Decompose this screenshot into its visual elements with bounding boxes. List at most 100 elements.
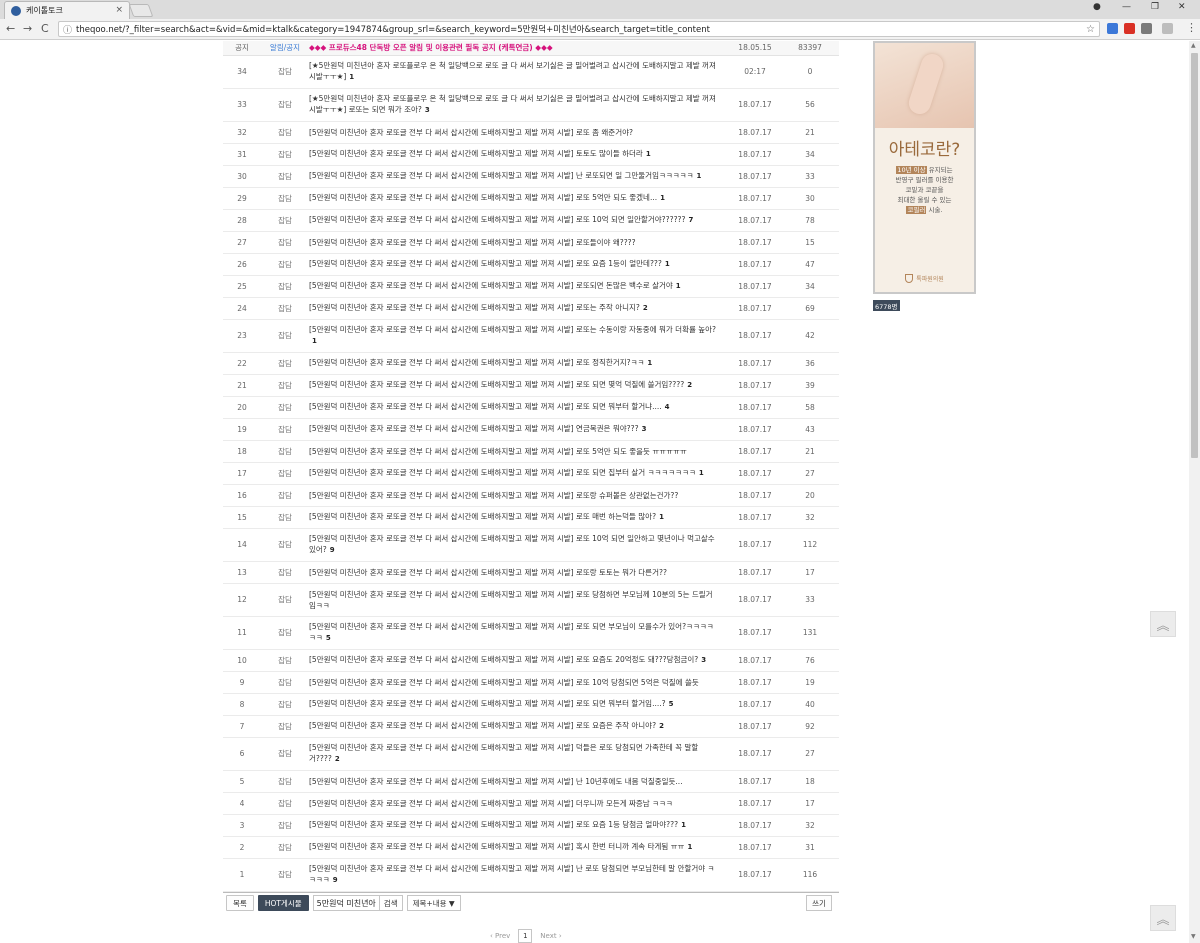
post-row[interactable]: 12 잡담 [5만원덕 미친년아 혼자 로또글 전부 다 써서 삽시간에 도배하지말… — [223, 583, 839, 617]
post-row[interactable]: 15 잡담 [5만원덕 미친년아 혼자 로또글 전부 다 써서 삽시간에 도배하지말… — [223, 506, 839, 529]
comment-count[interactable]: 9 — [330, 546, 335, 554]
post-title-cell[interactable]: [5만원덕 미친년아 혼자 로또글 전부 다 써서 삽시간에 도배하지말고 제발… — [309, 583, 729, 617]
post-row[interactable]: 18 잡담 [5만원덕 미친년아 혼자 로또글 전부 다 써서 삽시간에 도배하지말… — [223, 440, 839, 463]
post-title-link[interactable]: [5만원덕 미친년아 혼자 로또글 전부 다 써서 삽시간에 도배하지말고 제발… — [309, 325, 716, 334]
post-title-link[interactable]: [5만원덕 미친년아 혼자 로또글 전부 다 써서 삽시간에 도배하지말고 제발… — [309, 149, 643, 158]
post-row[interactable]: 1 잡담 [5만원덕 미친년아 혼자 로또글 전부 다 써서 삽시간에 도배하지말고… — [223, 858, 839, 892]
post-row[interactable]: 21 잡담 [5만원덕 미친년아 혼자 로또글 전부 다 써서 삽시간에 도배하지말… — [223, 374, 839, 397]
comment-count[interactable]: 1 — [696, 172, 701, 180]
comment-count[interactable]: 2 — [335, 755, 340, 763]
comment-count[interactable]: 1 — [681, 821, 686, 829]
post-title-link[interactable]: [5만원덕 미친년아 혼자 로또글 전부 다 써서 삽시간에 도배하지말고 제발… — [309, 424, 639, 433]
scrollbar-thumb[interactable] — [1191, 53, 1198, 458]
post-row[interactable]: 10 잡담 [5만원덕 미친년아 혼자 로또글 전부 다 써서 삽시간에 도배하지말… — [223, 649, 839, 672]
comment-count[interactable]: 3 — [425, 106, 430, 114]
scroll-top-button[interactable]: ︽ — [1150, 611, 1176, 637]
comment-count[interactable]: 7 — [689, 216, 694, 224]
extension-icon[interactable] — [1162, 23, 1173, 34]
post-category[interactable]: 잡담 — [261, 583, 309, 617]
post-category[interactable]: 잡담 — [261, 649, 309, 672]
post-title-cell[interactable]: [5만원덕 미친년아 혼자 로또글 전부 다 써서 삽시간에 도배하지말고 제발… — [309, 561, 729, 584]
post-category[interactable]: 잡담 — [261, 275, 309, 298]
post-title-cell[interactable]: [★5만원덕 미친년아 혼자 로또플로우 온 척 일당백으로 로또 글 다 써서… — [309, 88, 729, 122]
new-tab-button[interactable] — [128, 4, 154, 17]
post-row[interactable]: 8 잡담 [5만원덕 미친년아 혼자 로또글 전부 다 써서 삽시간에 도배하지말고… — [223, 693, 839, 716]
comment-count[interactable]: 1 — [665, 260, 670, 268]
post-title-link[interactable]: [5만원덕 미친년아 혼자 로또글 전부 다 써서 삽시간에 도배하지말고 제발… — [309, 512, 656, 521]
back-button[interactable]: ← — [6, 22, 15, 35]
close-window-button[interactable]: ✕ — [1178, 2, 1186, 12]
list-button[interactable]: 목록 — [226, 895, 254, 911]
post-title-link[interactable]: [5만원덕 미친년아 혼자 로또글 전부 다 써서 삽시간에 도배하지말고 제발… — [309, 281, 673, 290]
comment-count[interactable]: 1 — [646, 150, 651, 158]
post-row[interactable]: 6 잡담 [5만원덕 미친년아 혼자 로또글 전부 다 써서 삽시간에 도배하지말고… — [223, 737, 839, 771]
post-row[interactable]: 20 잡담 [5만원덕 미친년아 혼자 로또글 전부 다 써서 삽시간에 도배하지말… — [223, 396, 839, 419]
post-category[interactable]: 잡담 — [261, 770, 309, 793]
comment-count[interactable]: 1 — [349, 73, 354, 81]
post-title-link[interactable]: [5만원덕 미친년아 혼자 로또글 전부 다 써서 삽시간에 도배하지말고 제발… — [309, 358, 644, 367]
post-title-link[interactable]: [★5만원덕 미친년아 혼자 로또플로우 온 척 일당백으로 로또 글 다 써서… — [309, 61, 716, 81]
url-text[interactable]: theqoo.net/?_filter=search&act=&vid=&mid… — [76, 23, 1086, 35]
post-title-cell[interactable]: [5만원덕 미친년아 혼자 로또글 전부 다 써서 삽시간에 도배하지말고 제발… — [309, 671, 729, 694]
post-category[interactable]: 잡담 — [261, 506, 309, 529]
post-title-link[interactable]: [5만원덕 미친년아 혼자 로또글 전부 다 써서 삽시간에 도배하지말고 제발… — [309, 238, 636, 247]
post-title-cell[interactable]: [5만원덕 미친년아 혼자 로또글 전부 다 써서 삽시간에 도배하지말고 제발… — [309, 858, 729, 892]
post-category[interactable]: 잡담 — [261, 165, 309, 188]
post-row[interactable]: 33 잡담 [★5만원덕 미친년아 혼자 로또플로우 온 척 일당백으로 로또 글 … — [223, 88, 839, 122]
post-title-cell[interactable]: [5만원덕 미친년아 혼자 로또글 전부 다 써서 삽시간에 도배하지말고 제발… — [309, 352, 729, 375]
post-title-cell[interactable]: [5만원덕 미친년아 혼자 로또글 전부 다 써서 삽시간에 도배하지말고 제발… — [309, 143, 729, 166]
post-category[interactable]: 잡담 — [261, 528, 309, 562]
post-title-cell[interactable]: [5만원덕 미친년아 혼자 로또글 전부 다 써서 삽시간에 도배하지말고 제발… — [309, 770, 729, 793]
write-button[interactable]: 쓰기 — [806, 895, 832, 911]
comment-count[interactable]: 3 — [701, 656, 706, 664]
post-category[interactable]: 잡담 — [261, 396, 309, 419]
post-row[interactable]: 14 잡담 [5만원덕 미친년아 혼자 로또글 전부 다 써서 삽시간에 도배하지말… — [223, 528, 839, 562]
comment-count[interactable]: 5 — [669, 700, 674, 708]
post-title-cell[interactable]: [5만원덕 미친년아 혼자 로또글 전부 다 써서 삽시간에 도배하지말고 제발… — [309, 814, 729, 837]
post-row[interactable]: 30 잡담 [5만원덕 미친년아 혼자 로또글 전부 다 써서 삽시간에 도배하지말… — [223, 165, 839, 188]
post-title-link[interactable]: [5만원덕 미친년아 혼자 로또글 전부 다 써서 삽시간에 도배하지말고 제발… — [309, 215, 686, 224]
post-title-link[interactable]: [5만원덕 미친년아 혼자 로또글 전부 다 써서 삽시간에 도배하지말고 제발… — [309, 721, 656, 730]
post-category[interactable]: 잡담 — [261, 737, 309, 771]
comment-count[interactable]: 5 — [326, 634, 331, 642]
post-category[interactable]: 잡담 — [261, 792, 309, 815]
post-category[interactable]: 잡담 — [261, 231, 309, 254]
post-row[interactable]: 19 잡담 [5만원덕 미친년아 혼자 로또글 전부 다 써서 삽시간에 도배하지말… — [223, 418, 839, 441]
notice-category[interactable]: 알림/공지 — [261, 41, 309, 56]
post-title-cell[interactable]: [5만원덕 미친년아 혼자 로또글 전부 다 써서 삽시간에 도배하지말고 제발… — [309, 792, 729, 815]
post-title-link[interactable]: [5만원덕 미친년아 혼자 로또글 전부 다 써서 삽시간에 도배하지말고 제발… — [309, 743, 698, 763]
post-category[interactable]: 잡담 — [261, 143, 309, 166]
post-row[interactable]: 22 잡담 [5만원덕 미친년아 혼자 로또글 전부 다 써서 삽시간에 도배하지말… — [223, 352, 839, 375]
post-category[interactable]: 잡담 — [261, 671, 309, 694]
post-title-link[interactable]: [5만원덕 미친년아 혼자 로또글 전부 다 써서 삽시간에 도배하지말고 제발… — [309, 402, 662, 411]
post-category[interactable]: 잡담 — [261, 352, 309, 375]
notice-row[interactable]: 공지 알림/공지 ◆◆◆ 프로듀스48 단독방 오픈 알림 및 이용관련 필독 … — [223, 41, 839, 56]
post-category[interactable]: 잡담 — [261, 561, 309, 584]
post-title-link[interactable]: [5만원덕 미친년아 혼자 로또글 전부 다 써서 삽시간에 도배하지말고 제발… — [309, 171, 693, 180]
post-category[interactable]: 잡담 — [261, 374, 309, 397]
page-scrollbar[interactable]: ▲ ▼ — [1189, 41, 1200, 943]
post-title-cell[interactable]: [5만원덕 미친년아 혼자 로또글 전부 다 써서 삽시간에 도배하지말고 제발… — [309, 737, 729, 771]
post-category[interactable]: 잡담 — [261, 418, 309, 441]
post-row[interactable]: 11 잡담 [5만원덕 미친년아 혼자 로또글 전부 다 써서 삽시간에 도배하지말… — [223, 616, 839, 650]
post-title-link[interactable]: [★5만원덕 미친년아 혼자 로또플로우 온 척 일당백으로 로또 글 다 써서… — [309, 94, 716, 114]
prev-page-link[interactable]: ‹ Prev — [490, 932, 510, 940]
post-category[interactable]: 잡담 — [261, 187, 309, 210]
post-row[interactable]: 25 잡담 [5만원덕 미친년아 혼자 로또글 전부 다 써서 삽시간에 도배하지말… — [223, 275, 839, 298]
comment-count[interactable]: 1 — [659, 513, 664, 521]
comment-count[interactable]: 3 — [642, 425, 647, 433]
post-title-cell[interactable]: [5만원덕 미친년아 혼자 로또글 전부 다 써서 삽시간에 도배하지말고 제발… — [309, 528, 729, 562]
post-title-cell[interactable]: [5만원덕 미친년아 혼자 로또글 전부 다 써서 삽시간에 도배하지말고 제발… — [309, 462, 729, 485]
comment-count[interactable]: 9 — [333, 876, 338, 884]
post-category[interactable]: 잡담 — [261, 319, 309, 353]
post-category[interactable]: 잡담 — [261, 55, 309, 89]
comment-count[interactable]: 2 — [643, 304, 648, 312]
forward-button[interactable]: → — [23, 22, 32, 35]
comment-count[interactable]: 4 — [665, 403, 670, 411]
post-category[interactable]: 잡담 — [261, 297, 309, 320]
site-info-icon[interactable]: ⓘ — [63, 23, 72, 36]
scroll-top-button[interactable]: ︽ — [1150, 905, 1176, 931]
post-title-link[interactable]: [5만원덕 미친년아 혼자 로또글 전부 다 써서 삽시간에 도배하지말고 제발… — [309, 193, 657, 202]
post-row[interactable]: 32 잡담 [5만원덕 미친년아 혼자 로또글 전부 다 써서 삽시간에 도배하지말… — [223, 121, 839, 144]
post-row[interactable]: 9 잡담 [5만원덕 미친년아 혼자 로또글 전부 다 써서 삽시간에 도배하지말고… — [223, 671, 839, 694]
